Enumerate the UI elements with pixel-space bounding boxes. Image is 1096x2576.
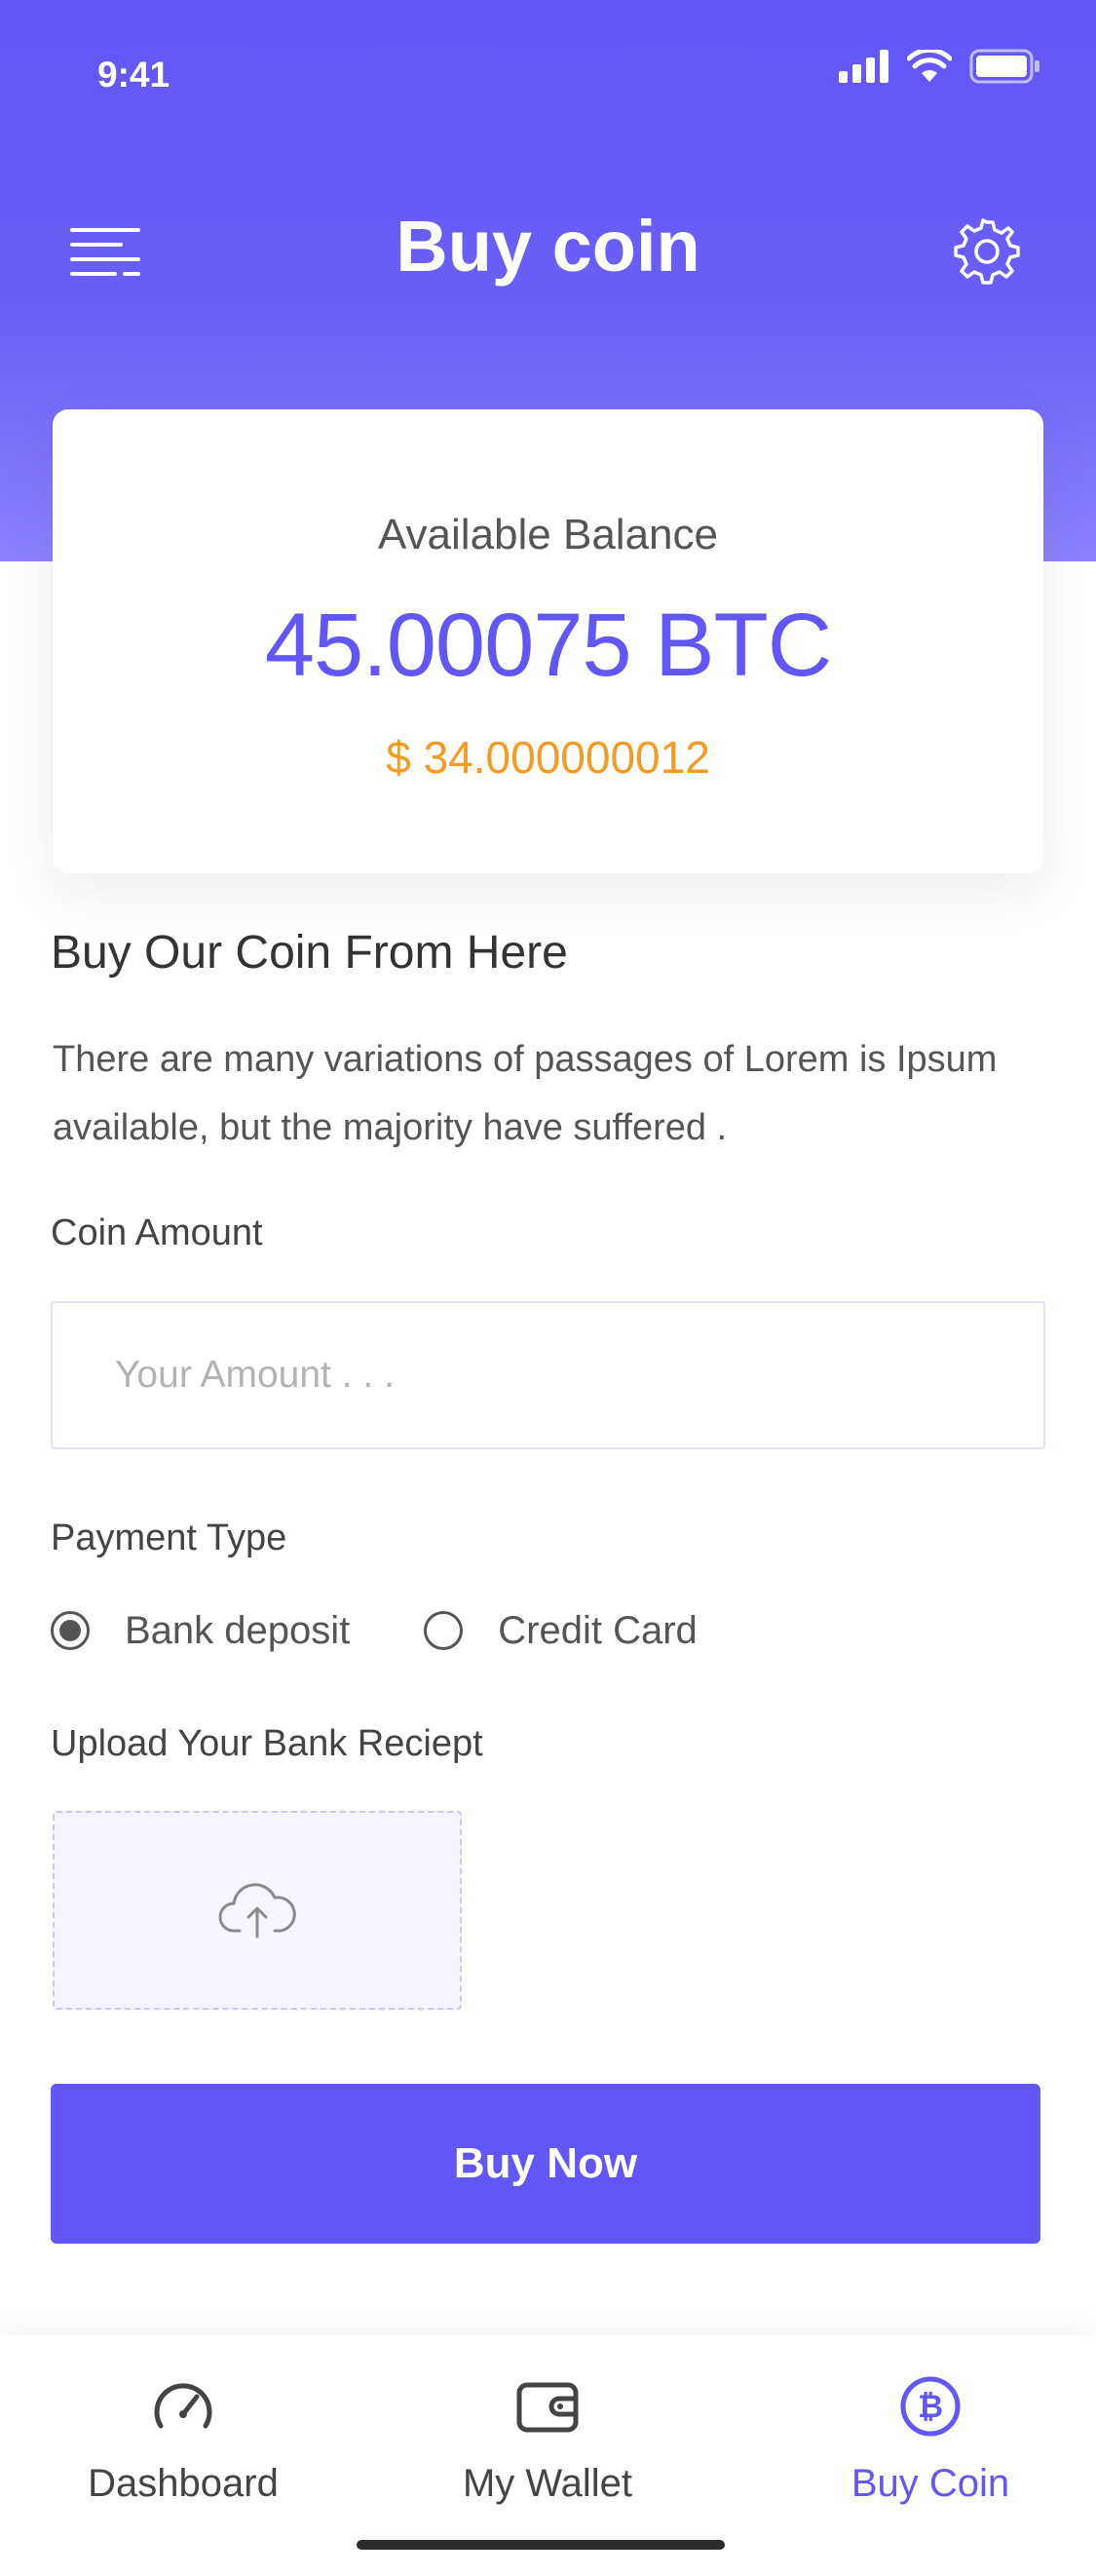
payment-option-label: Credit Card — [498, 1608, 698, 1652]
speedometer-icon — [154, 2383, 212, 2429]
coin-amount-label: Coin Amount — [51, 1212, 263, 1253]
balance-label: Available Balance — [378, 511, 718, 558]
nav-label: My Wallet — [462, 2462, 633, 2505]
section-title: Buy Our Coin From Here — [51, 927, 568, 979]
payment-option-bank-deposit[interactable]: Bank deposit — [51, 1609, 350, 1653]
balance-usd-value: $ 34.000000012 — [386, 732, 710, 783]
page-title: Buy coin — [396, 206, 700, 287]
settings-button[interactable] — [952, 216, 1022, 287]
status-icons — [839, 49, 1041, 84]
wallet-icon — [516, 2382, 579, 2433]
payment-option-label: Bank deposit — [125, 1608, 351, 1652]
nav-item-dashboard[interactable]: Dashboard — [37, 2374, 329, 2506]
nav-label: Buy Coin — [850, 2462, 1010, 2505]
home-indicator — [357, 2540, 725, 2550]
payment-option-credit-card[interactable]: Credit Card — [424, 1609, 698, 1653]
wifi-icon — [907, 50, 952, 82]
balance-btc-value: 45.00075 BTC — [264, 596, 832, 695]
nav-item-my-wallet[interactable]: My Wallet — [401, 2374, 694, 2506]
buy-now-button[interactable]: Buy Now — [51, 2084, 1040, 2244]
section-description: There are many variations of passages of… — [53, 1039, 998, 1148]
radio-button-checked[interactable] — [51, 1611, 90, 1650]
nav-label: Dashboard — [88, 2462, 279, 2505]
radio-button-unchecked[interactable] — [424, 1611, 464, 1650]
upload-receipt-dropzone[interactable] — [53, 1811, 462, 2010]
nav-item-buy-coin[interactable]: ₿ Buy Coin — [784, 2374, 1077, 2506]
gear-icon — [954, 218, 1020, 285]
battery-icon — [969, 49, 1039, 84]
cloud-upload-icon — [218, 1883, 296, 1939]
bitcoin-icon: ₿ — [900, 2376, 961, 2437]
svg-text:₿: ₿ — [918, 2388, 943, 2425]
status-time: 9:41 — [97, 55, 170, 95]
balance-card: Available Balance 45.00075 BTC $ 34.0000… — [53, 409, 1043, 873]
coin-amount-input[interactable] — [51, 1301, 1045, 1449]
payment-type-label: Payment Type — [51, 1518, 287, 1558]
payment-type-options: Bank deposit Credit Card — [51, 1603, 772, 1658]
cellular-signal-icon — [839, 50, 888, 83]
upload-receipt-label: Upload Your Bank Reciept — [51, 1723, 483, 1764]
